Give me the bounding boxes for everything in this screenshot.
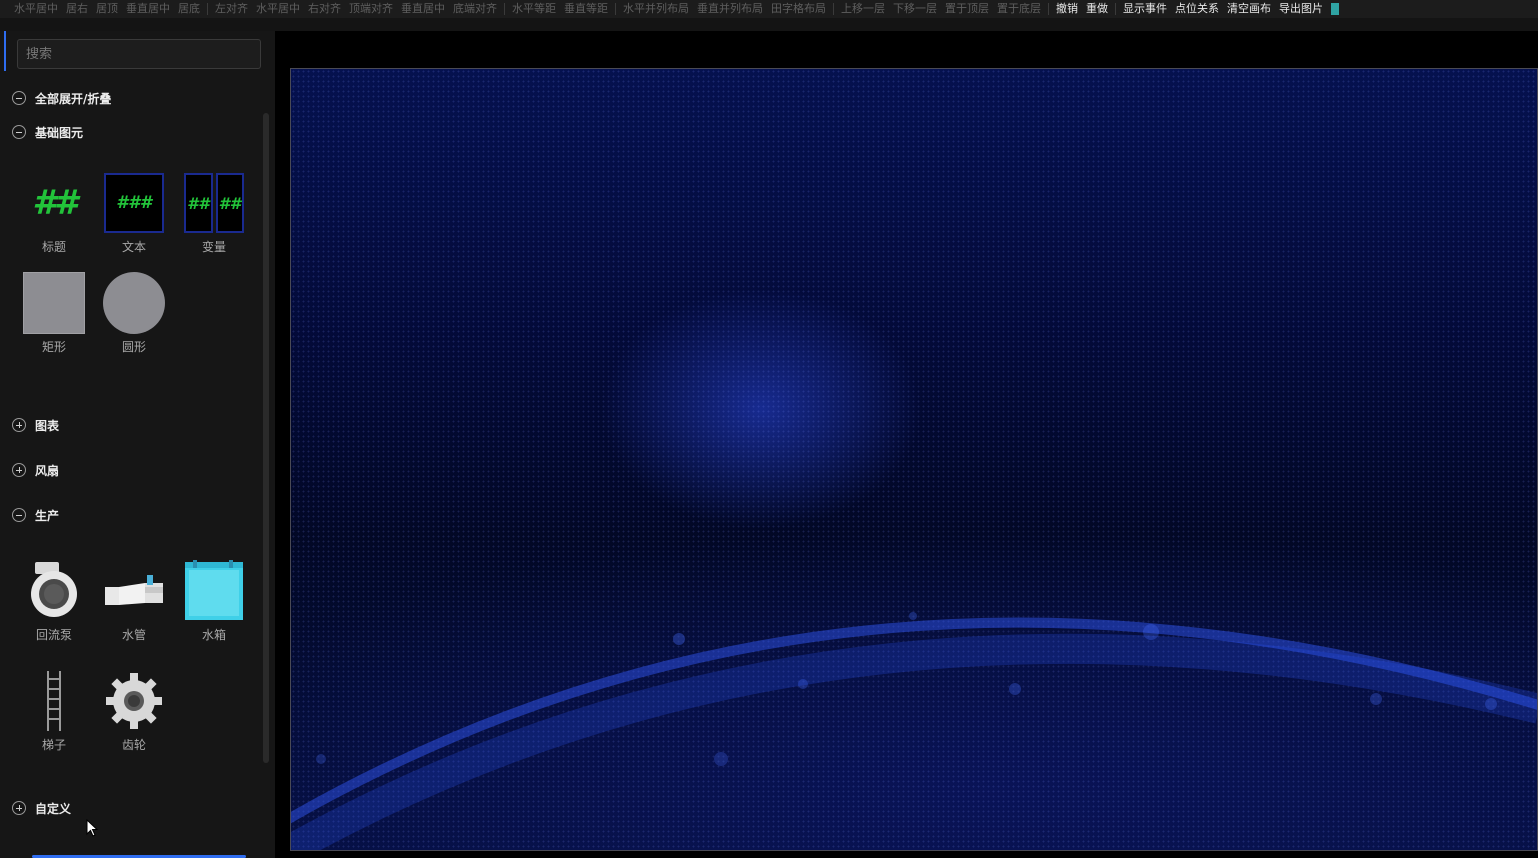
variable-hash-icon: ## ##	[183, 172, 245, 234]
search-input[interactable]	[17, 39, 261, 69]
component-rectangle[interactable]: 矩形	[21, 272, 87, 355]
component-water-pipe[interactable]: 水管	[101, 560, 167, 643]
toolbar: 水平居中 居右 居顶 垂直居中 居底 左对齐 水平居中 右对齐 顶端对齐 垂直居…	[0, 0, 1538, 18]
toolbar-move-down[interactable]: 下移一层	[889, 0, 941, 18]
drawing-canvas[interactable]	[290, 68, 1538, 851]
show-events-button[interactable]: 显示事件	[1119, 0, 1171, 18]
undo-button[interactable]: 撤销	[1052, 0, 1082, 18]
toolbar-send-back[interactable]: 置于底层	[993, 0, 1045, 18]
group-chart-label: 图表	[35, 418, 60, 433]
ladder-icon	[23, 670, 85, 732]
toolbar-align-right[interactable]: 居右	[62, 0, 92, 18]
toolbar-bring-front[interactable]: 置于顶层	[941, 0, 993, 18]
toolbar-h-center[interactable]: 水平居中	[10, 0, 62, 18]
toolbar-align-top[interactable]: 居顶	[92, 0, 122, 18]
group-custom-label: 自定义	[35, 801, 72, 816]
component-label: 梯子	[41, 738, 66, 752]
gear-icon	[103, 670, 165, 732]
redo-button[interactable]: 重做	[1082, 0, 1112, 18]
component-label: 齿轮	[121, 738, 146, 752]
group-chart-header[interactable]: 图表	[12, 415, 59, 435]
collapse-circle-icon	[12, 125, 26, 139]
group-fan-label: 风扇	[35, 463, 60, 478]
toolbar-divider	[1115, 3, 1116, 15]
component-gear[interactable]: 齿轮	[101, 670, 167, 753]
toolbar-divider	[833, 3, 834, 15]
group-fan-header[interactable]: 风扇	[12, 460, 59, 480]
export-image-button[interactable]: 导出图片	[1275, 0, 1327, 18]
toolbar-v-layout[interactable]: 垂直并列布局	[693, 0, 767, 18]
group-basic-label: 基础图元	[35, 125, 84, 140]
expand-all-toggle[interactable]: 全部展开/折叠	[12, 88, 111, 108]
toolbar-divider	[504, 3, 505, 15]
toolbar-v-distribute[interactable]: 垂直等距	[560, 0, 612, 18]
expand-circle-icon	[12, 418, 26, 432]
title-hash-icon: ##	[32, 183, 77, 223]
toolbar-grid-layout[interactable]: 田字格布局	[767, 0, 830, 18]
sidebar-scrollbar[interactable]	[263, 113, 269, 763]
canvas-background-art	[291, 612, 1537, 850]
component-label: 变量	[201, 240, 226, 254]
component-circle[interactable]: 圆形	[101, 272, 167, 355]
clear-canvas-button[interactable]: 清空画布	[1223, 0, 1275, 18]
toolbar-top-align[interactable]: 顶端对齐	[345, 0, 397, 18]
point-relation-button[interactable]: 点位关系	[1171, 0, 1223, 18]
component-text[interactable]: ### 文本	[101, 172, 167, 255]
component-label: 水箱	[201, 628, 226, 642]
toolbar-overflow-indicator	[1331, 3, 1339, 15]
component-label: 文本	[121, 240, 146, 254]
toolbar-h-center-align[interactable]: 水平居中	[252, 0, 304, 18]
component-title[interactable]: ## 标题	[21, 172, 87, 255]
expand-circle-icon	[12, 801, 26, 815]
component-water-tank[interactable]: 水箱	[181, 560, 247, 643]
toolbar-h-distribute[interactable]: 水平等距	[508, 0, 560, 18]
component-reflux-pump[interactable]: 回流泵	[21, 560, 87, 643]
group-custom-header[interactable]: 自定义	[12, 798, 71, 818]
pump-icon	[23, 560, 85, 622]
toolbar-v-center-align[interactable]: 垂直居中	[397, 0, 449, 18]
toolbar-left-align[interactable]: 左对齐	[211, 0, 252, 18]
component-label: 矩形	[41, 340, 66, 354]
toolbar-v-center[interactable]: 垂直居中	[122, 0, 174, 18]
group-production-header[interactable]: 生产	[12, 505, 59, 525]
group-production-label: 生产	[35, 508, 60, 523]
component-label: 标题	[41, 240, 66, 254]
toolbar-divider	[615, 3, 616, 15]
rectangle-shape-icon	[23, 272, 85, 334]
circle-shape-icon	[103, 272, 165, 334]
pipe-icon	[103, 560, 165, 622]
mouse-cursor-icon	[86, 819, 99, 837]
tank-icon	[183, 560, 245, 622]
component-sidebar: 全部展开/折叠 基础图元 ## 标题 ### 文本 ## ## 变量 矩形 圆形…	[0, 31, 275, 858]
component-ladder[interactable]: 梯子	[21, 670, 87, 753]
toolbar-move-up[interactable]: 上移一层	[837, 0, 889, 18]
component-label: 圆形	[121, 340, 146, 354]
component-label: 回流泵	[35, 628, 72, 642]
toolbar-right-align[interactable]: 右对齐	[304, 0, 345, 18]
text-hash-icon: ###	[103, 172, 165, 234]
toolbar-divider	[207, 3, 208, 15]
sidebar-accent-bar	[4, 31, 6, 71]
expand-all-label: 全部展开/折叠	[35, 91, 112, 106]
toolbar-bottom-align[interactable]: 底端对齐	[449, 0, 501, 18]
toolbar-h-layout[interactable]: 水平并列布局	[619, 0, 693, 18]
group-basic-header[interactable]: 基础图元	[12, 122, 83, 142]
collapse-circle-icon	[12, 91, 26, 105]
collapse-circle-icon	[12, 508, 26, 522]
expand-circle-icon	[12, 463, 26, 477]
component-label: 水管	[121, 628, 146, 642]
toolbar-divider	[1048, 3, 1049, 15]
component-variable[interactable]: ## ## 变量	[181, 172, 247, 255]
toolbar-align-bottom[interactable]: 居底	[174, 0, 204, 18]
